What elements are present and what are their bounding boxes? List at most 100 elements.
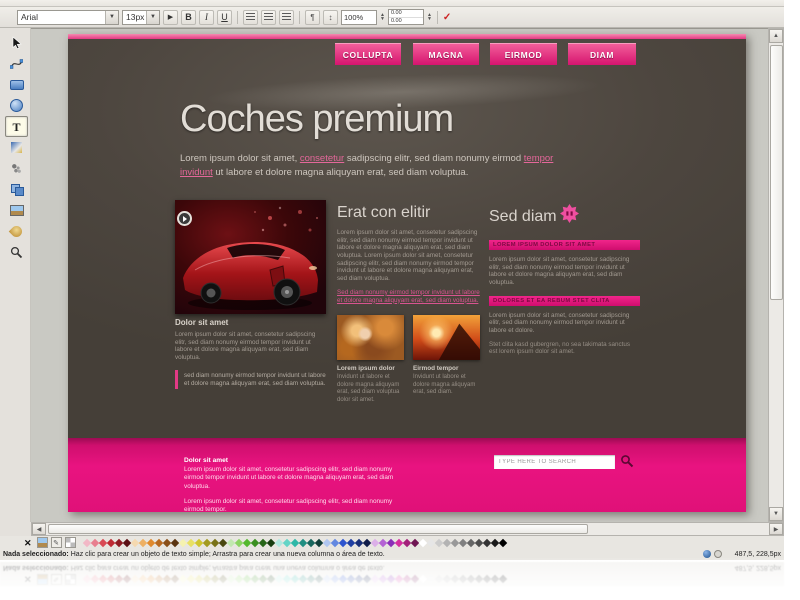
gradient-tool-button[interactable] xyxy=(5,137,28,158)
intro-text: sadipscing elitr, sed diam nonumy eirmod xyxy=(344,153,524,164)
paragraph-spacing-icon: ¶ xyxy=(310,12,315,22)
chevron-down-icon[interactable]: ▼ xyxy=(146,10,159,24)
spinner-arrows-icon[interactable]: ▲ ▼ xyxy=(427,13,432,22)
node-curve-icon xyxy=(10,58,23,69)
design-nav-tab[interactable]: EIRMOD xyxy=(490,43,557,65)
box3d-tool-button[interactable] xyxy=(5,179,28,200)
toolbar-separator xyxy=(299,10,300,24)
car-photo[interactable] xyxy=(175,200,326,314)
inkscape-window: Arial ▼ 13px ▼ ▶ B I U ¶ ↕ 100% ▲ ▼ 0.00 … xyxy=(0,0,784,560)
palette-swatch[interactable] xyxy=(498,538,507,547)
caption-text: Lorem ipsum dolor sit amet, consetetur s… xyxy=(175,331,316,362)
column-body: Lorem ipsum dolor sit amet, consetetur s… xyxy=(337,229,478,283)
design-nav-tab[interactable]: MAGNA xyxy=(413,43,479,65)
image-icon xyxy=(9,205,24,216)
thumbnail-figure: Lorem ipsum dolor Invidunt ut labore et … xyxy=(337,315,404,404)
toolbar-separator xyxy=(436,10,438,24)
autumn-photo[interactable] xyxy=(337,315,404,361)
selector-tool-button[interactable] xyxy=(5,32,28,53)
gradient-icon xyxy=(11,142,22,153)
line-height-spinbox[interactable]: 100% xyxy=(341,9,377,25)
palette-image-button[interactable] xyxy=(36,537,48,548)
scroll-up-button[interactable]: ▲ xyxy=(769,29,783,43)
vertical-scrollbar[interactable]: ▲ ▼ xyxy=(768,28,784,522)
section-bar[interactable]: DOLORES ET EA REBUM STET CLITA xyxy=(489,295,640,306)
figure-text: Invidunt ut labore et dolore magna aliqu… xyxy=(337,374,400,403)
font-family-value: Arial xyxy=(21,12,39,22)
horizontal-scroll-thumb[interactable] xyxy=(48,524,588,534)
footer-heading: Dolor sit amet xyxy=(184,457,228,464)
footer-line: Lorem ipsum dolor sit amet, consetetur s… xyxy=(184,497,393,512)
vertical-scroll-thumb[interactable] xyxy=(770,45,783,300)
align-left-button[interactable] xyxy=(243,9,258,25)
design-nav-tab[interactable]: DIAM xyxy=(568,43,636,65)
design-page[interactable]: COLLUPTA MAGNA EIRMOD DIAM Coches premiu… xyxy=(68,34,746,512)
section-bar[interactable]: LOREM IPSUM DOLOR SIT AMET xyxy=(489,240,640,250)
calligraphy-tool-button[interactable] xyxy=(5,221,28,242)
ellipse-tool-button[interactable] xyxy=(5,95,28,116)
transparency-checker-swatch[interactable] xyxy=(64,537,76,548)
image-badge-icon[interactable] xyxy=(177,211,192,226)
clipped-command-bar xyxy=(0,0,784,7)
hero-link-consetetur[interactable]: consetetur xyxy=(300,153,344,164)
footer-text-block: Dolor sit amet Lorem ipsum dolor sit ame… xyxy=(184,457,406,512)
node-tool-button[interactable] xyxy=(5,53,28,74)
italic-button[interactable]: I xyxy=(199,9,214,25)
calligraphy-pen-icon xyxy=(8,223,25,240)
zoom-tool-button[interactable] xyxy=(5,242,28,263)
design-nav-tab[interactable]: COLLUPTA xyxy=(335,43,401,65)
bold-button[interactable]: B xyxy=(181,9,196,25)
scroll-left-button[interactable]: ◀ xyxy=(32,523,46,535)
image-tool-button[interactable] xyxy=(5,200,28,221)
column-body: Lorem ipsum dolor sit amet, consetetur s… xyxy=(489,311,630,335)
align-center-button[interactable] xyxy=(261,9,276,25)
rectangle-tool-button[interactable] xyxy=(5,74,28,95)
search-icon[interactable] xyxy=(620,454,634,468)
cursor-arrow-icon xyxy=(12,36,22,49)
red-car-image xyxy=(175,200,326,314)
thumbnail-figure: Eirmod tempor Invidunt ut labore et dolo… xyxy=(413,315,480,404)
text-toolbar: Arial ▼ 13px ▼ ▶ B I U ¶ ↕ 100% ▲ ▼ 0.00 … xyxy=(0,7,784,28)
scroll-right-button[interactable]: ▶ xyxy=(769,523,783,535)
starburst-badge-icon xyxy=(559,204,579,223)
line-spacing-button[interactable]: ¶ xyxy=(305,9,320,25)
caption-heading: Dolor sit amet xyxy=(175,318,229,327)
column-body: Stet clita kasd gubergren, no sea takima… xyxy=(489,340,631,356)
column-link[interactable]: Sed diam nonumy eirmod tempor invidunt u… xyxy=(337,289,484,305)
horizontal-scrollbar[interactable]: ◀ ▶ xyxy=(31,522,784,536)
scroll-down-button[interactable]: ▼ xyxy=(769,507,783,521)
quote-text: sed diam nonumy eirmod tempor invidunt u… xyxy=(184,371,326,387)
text-tool-button[interactable]: T xyxy=(5,116,28,137)
align-right-button[interactable] xyxy=(279,9,294,25)
sunset-photo[interactable] xyxy=(413,315,480,361)
toolbox: T xyxy=(0,28,31,522)
kerning-spinboxes[interactable]: 0.00 0.00 xyxy=(387,9,424,25)
drawing-canvas[interactable]: COLLUPTA MAGNA EIRMOD DIAM Coches premiu… xyxy=(31,28,768,523)
word-spacing-button[interactable]: ↕ xyxy=(323,9,338,25)
selection-status: Nada seleccionado: xyxy=(3,551,69,558)
palette-edit-button[interactable]: ✎ xyxy=(50,537,62,548)
footer-line: Lorem ipsum dolor sit amet, consetetur s… xyxy=(184,466,394,490)
chevron-down-icon[interactable]: ▼ xyxy=(105,10,118,24)
no-color-swatch[interactable]: ✕ xyxy=(24,538,32,548)
spinner-arrows-icon[interactable]: ▲ ▼ xyxy=(380,13,385,22)
text-direction-button[interactable]: ▶ xyxy=(163,9,178,25)
remove-kerns-icon[interactable]: ✓ xyxy=(443,12,451,23)
rectangle-icon xyxy=(9,79,24,90)
palette-swatches xyxy=(82,538,507,547)
tweak-tool-button[interactable] xyxy=(5,158,28,179)
font-size-value: 13px xyxy=(126,12,145,22)
status-icons xyxy=(703,550,722,558)
text-tool-icon: T xyxy=(12,119,21,134)
arrow-right-icon: ▶ xyxy=(167,14,174,21)
zoom-indicator-icon xyxy=(703,550,711,558)
intro-text: ut labore et dolore magna aliquyam erat,… xyxy=(212,167,469,179)
word-spacing-icon: ↕ xyxy=(328,12,333,22)
underline-button[interactable]: U xyxy=(217,9,232,25)
font-size-select[interactable]: 13px ▼ xyxy=(122,9,160,25)
line-height-value: 100% xyxy=(344,12,364,22)
spray-dots-icon xyxy=(11,163,22,174)
search-input[interactable] xyxy=(494,455,615,469)
font-family-select[interactable]: Arial ▼ xyxy=(17,9,119,25)
status-hint: Haz clic para crear un objeto de texto s… xyxy=(70,551,385,558)
